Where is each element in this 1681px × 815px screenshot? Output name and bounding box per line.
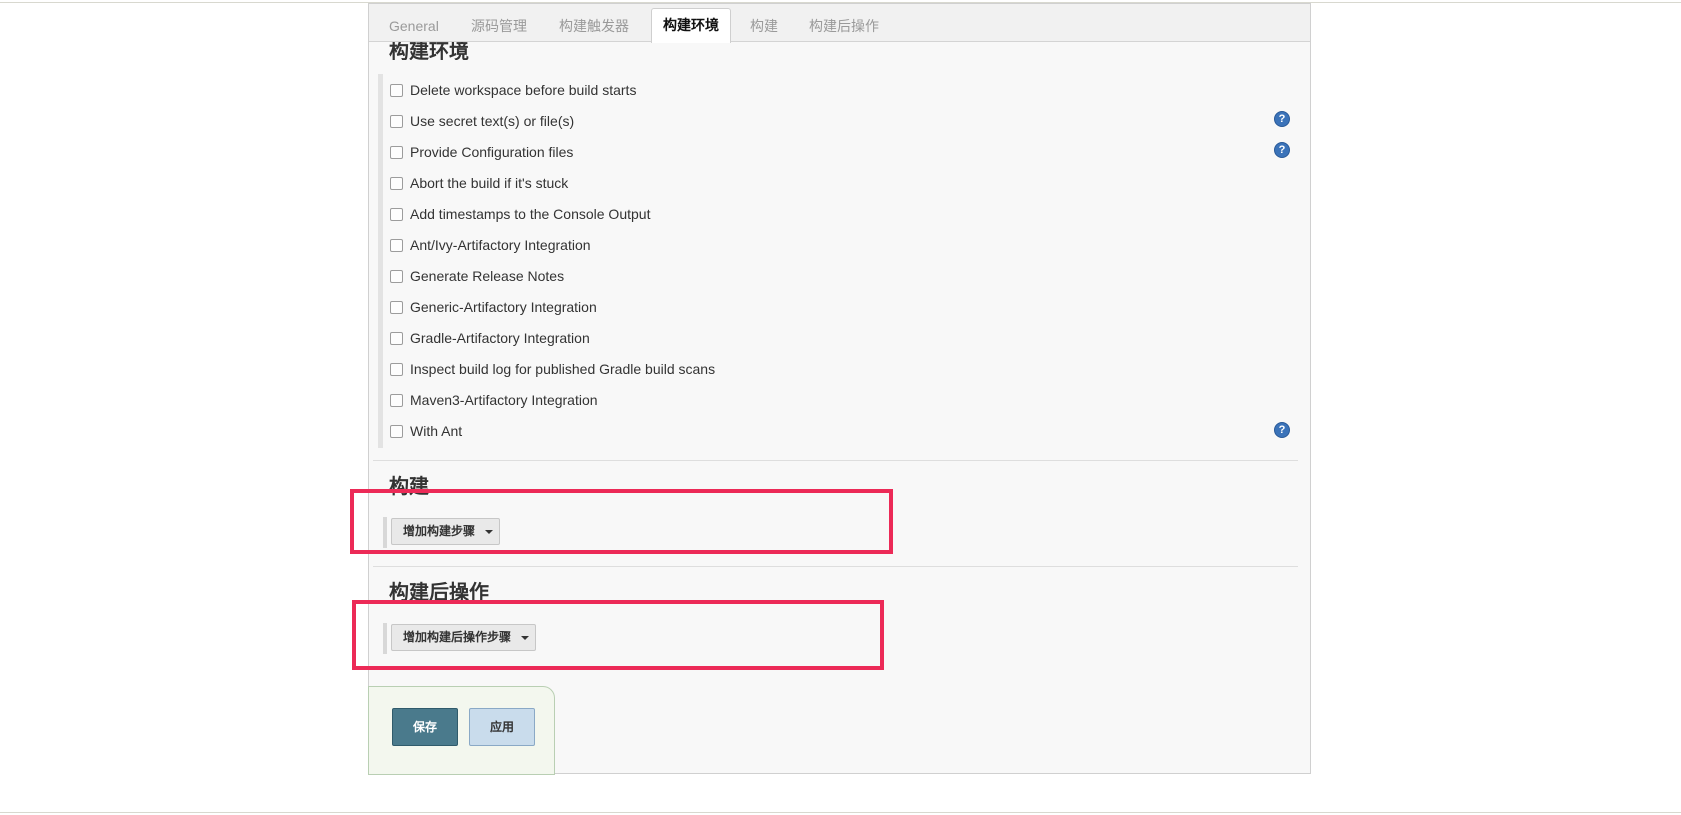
checkbox[interactable] [390, 84, 403, 97]
tab-source-management[interactable]: 源码管理 [471, 10, 527, 42]
tab-build-environment[interactable]: 构建环境 [651, 8, 731, 43]
tab-build-triggers[interactable]: 构建触发器 [559, 10, 629, 42]
checkbox[interactable] [390, 146, 403, 159]
option-label: Generic-Artifactory Integration [410, 299, 597, 315]
option-label: Gradle-Artifactory Integration [410, 330, 590, 346]
tab-build[interactable]: 构建 [750, 10, 778, 42]
tab-bar: General 源码管理 构建触发器 构建环境 构建 构建后操作 [369, 4, 1310, 43]
checkbox[interactable] [390, 363, 403, 376]
checkbox[interactable] [390, 332, 403, 345]
highlight-box-post-build [352, 600, 884, 670]
section-divider [373, 460, 1298, 461]
checkbox[interactable] [390, 425, 403, 438]
option-label: Add timestamps to the Console Output [410, 206, 651, 222]
option-label: Ant/Ivy-Artifactory Integration [410, 237, 591, 253]
section-divider [373, 566, 1298, 567]
bottom-sticker: 保存 应用 [368, 686, 555, 775]
build-env-title-clip: 构建环境 [369, 42, 1310, 60]
checkbox[interactable] [390, 177, 403, 190]
checkbox[interactable] [390, 301, 403, 314]
help-icon[interactable]: ? [1274, 422, 1290, 438]
option-label: Generate Release Notes [410, 268, 565, 284]
help-icon[interactable]: ? [1274, 111, 1290, 127]
checkbox[interactable] [390, 239, 403, 252]
checkbox[interactable] [390, 115, 403, 128]
checkbox[interactable] [390, 270, 403, 283]
tab-general[interactable]: General [389, 10, 439, 42]
option-label: Provide Configuration files [410, 144, 574, 160]
option-label: Use secret text(s) or file(s) [410, 113, 575, 129]
apply-button[interactable]: 应用 [469, 708, 535, 746]
option-label: With Ant [410, 423, 463, 439]
option-label: Maven3-Artifactory Integration [410, 392, 598, 408]
options-bar [378, 74, 383, 448]
option-label: Delete workspace before build starts [410, 82, 637, 98]
highlight-box-build [350, 489, 893, 554]
tab-post-build[interactable]: 构建后操作 [809, 10, 879, 42]
checkbox[interactable] [390, 208, 403, 221]
option-label: Inspect build log for published Gradle b… [410, 361, 716, 377]
bottom-divider [0, 812, 1681, 813]
checkbox[interactable] [390, 394, 403, 407]
help-icon[interactable]: ? [1274, 142, 1290, 158]
option-label: Abort the build if it's stuck [410, 175, 569, 191]
build-env-title: 构建环境 [389, 42, 469, 60]
save-button[interactable]: 保存 [392, 708, 458, 746]
